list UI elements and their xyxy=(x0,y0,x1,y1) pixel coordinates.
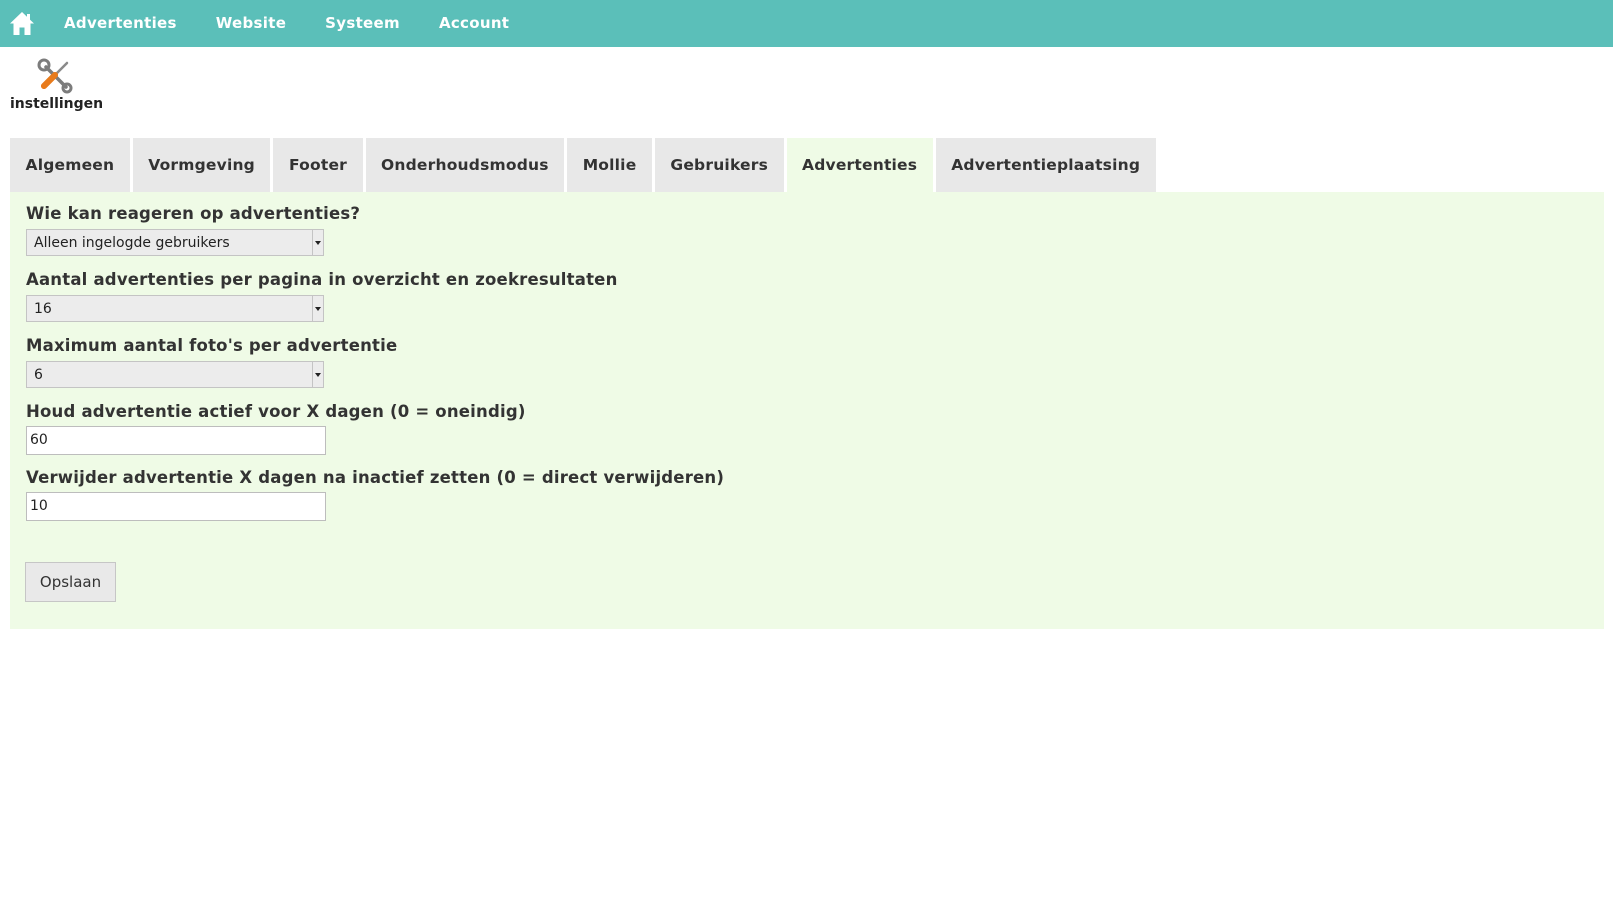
top-navigation-bar: Advertenties Website Systeem Account xyxy=(0,0,1613,47)
select-value: 16 xyxy=(34,301,52,317)
nav-item-website[interactable]: Website xyxy=(196,0,305,47)
field-label: Maximum aantal foto's per advertentie xyxy=(26,336,398,355)
home-icon xyxy=(10,12,34,35)
tab-gebruikers[interactable]: Gebruikers xyxy=(654,138,784,192)
nav-item-account[interactable]: Account xyxy=(419,0,528,47)
tab-mollie[interactable]: Mollie xyxy=(567,138,652,192)
select-value: Alleen ingelogde gebruikers xyxy=(34,235,230,251)
select-value: 6 xyxy=(34,367,43,383)
nav-item-advertenties[interactable]: Advertenties xyxy=(42,0,196,47)
save-button[interactable]: Opslaan xyxy=(25,562,116,602)
maximum-fotos-select[interactable]: 6 xyxy=(26,361,324,388)
tab-advertentieplaatsing[interactable]: Advertentieplaatsing xyxy=(935,138,1156,192)
page-header: instellingen xyxy=(10,58,104,112)
tab-advertenties[interactable]: Advertenties xyxy=(786,138,933,192)
wie-kan-reageren-select[interactable]: Alleen ingelogde gebruikers xyxy=(26,229,324,256)
aantal-per-pagina-select[interactable]: 16 xyxy=(26,295,324,322)
field-label: Wie kan reageren op advertenties? xyxy=(26,204,361,223)
tab-algemeen[interactable]: Algemeen xyxy=(10,138,130,192)
field-label: Aantal advertenties per pagina in overzi… xyxy=(26,270,618,289)
settings-tabs: Algemeen Vormgeving Footer Onderhoudsmod… xyxy=(10,138,1159,192)
tools-icon xyxy=(37,58,73,94)
field-label: Verwijder advertentie X dagen na inactie… xyxy=(26,468,725,487)
nav-item-systeem[interactable]: Systeem xyxy=(306,0,420,47)
tab-footer[interactable]: Footer xyxy=(273,138,363,192)
field-actief-dagen: Houd advertentie actief voor X dagen (0 … xyxy=(26,401,526,455)
actief-dagen-input[interactable]: 60 xyxy=(26,426,326,455)
chevron-down-icon xyxy=(312,362,323,387)
chevron-down-icon xyxy=(312,296,323,321)
home-button[interactable] xyxy=(2,0,42,47)
field-label: Houd advertentie actief voor X dagen (0 … xyxy=(26,402,526,421)
chevron-down-icon xyxy=(312,230,323,255)
tab-vormgeving[interactable]: Vormgeving xyxy=(132,138,271,192)
page-title: instellingen xyxy=(10,96,104,112)
settings-panel: Wie kan reageren op advertenties? Alleen… xyxy=(10,192,1604,629)
field-maximum-fotos: Maximum aantal foto's per advertentie 6 xyxy=(26,335,397,388)
verwijder-dagen-input[interactable]: 10 xyxy=(26,492,326,521)
tab-onderhoudsmodus[interactable]: Onderhoudsmodus xyxy=(365,138,565,192)
field-aantal-per-pagina: Aantal advertenties per pagina in overzi… xyxy=(26,269,618,322)
field-wie-kan-reageren: Wie kan reageren op advertenties? Alleen… xyxy=(26,203,360,256)
field-verwijder-dagen: Verwijder advertentie X dagen na inactie… xyxy=(26,467,724,521)
